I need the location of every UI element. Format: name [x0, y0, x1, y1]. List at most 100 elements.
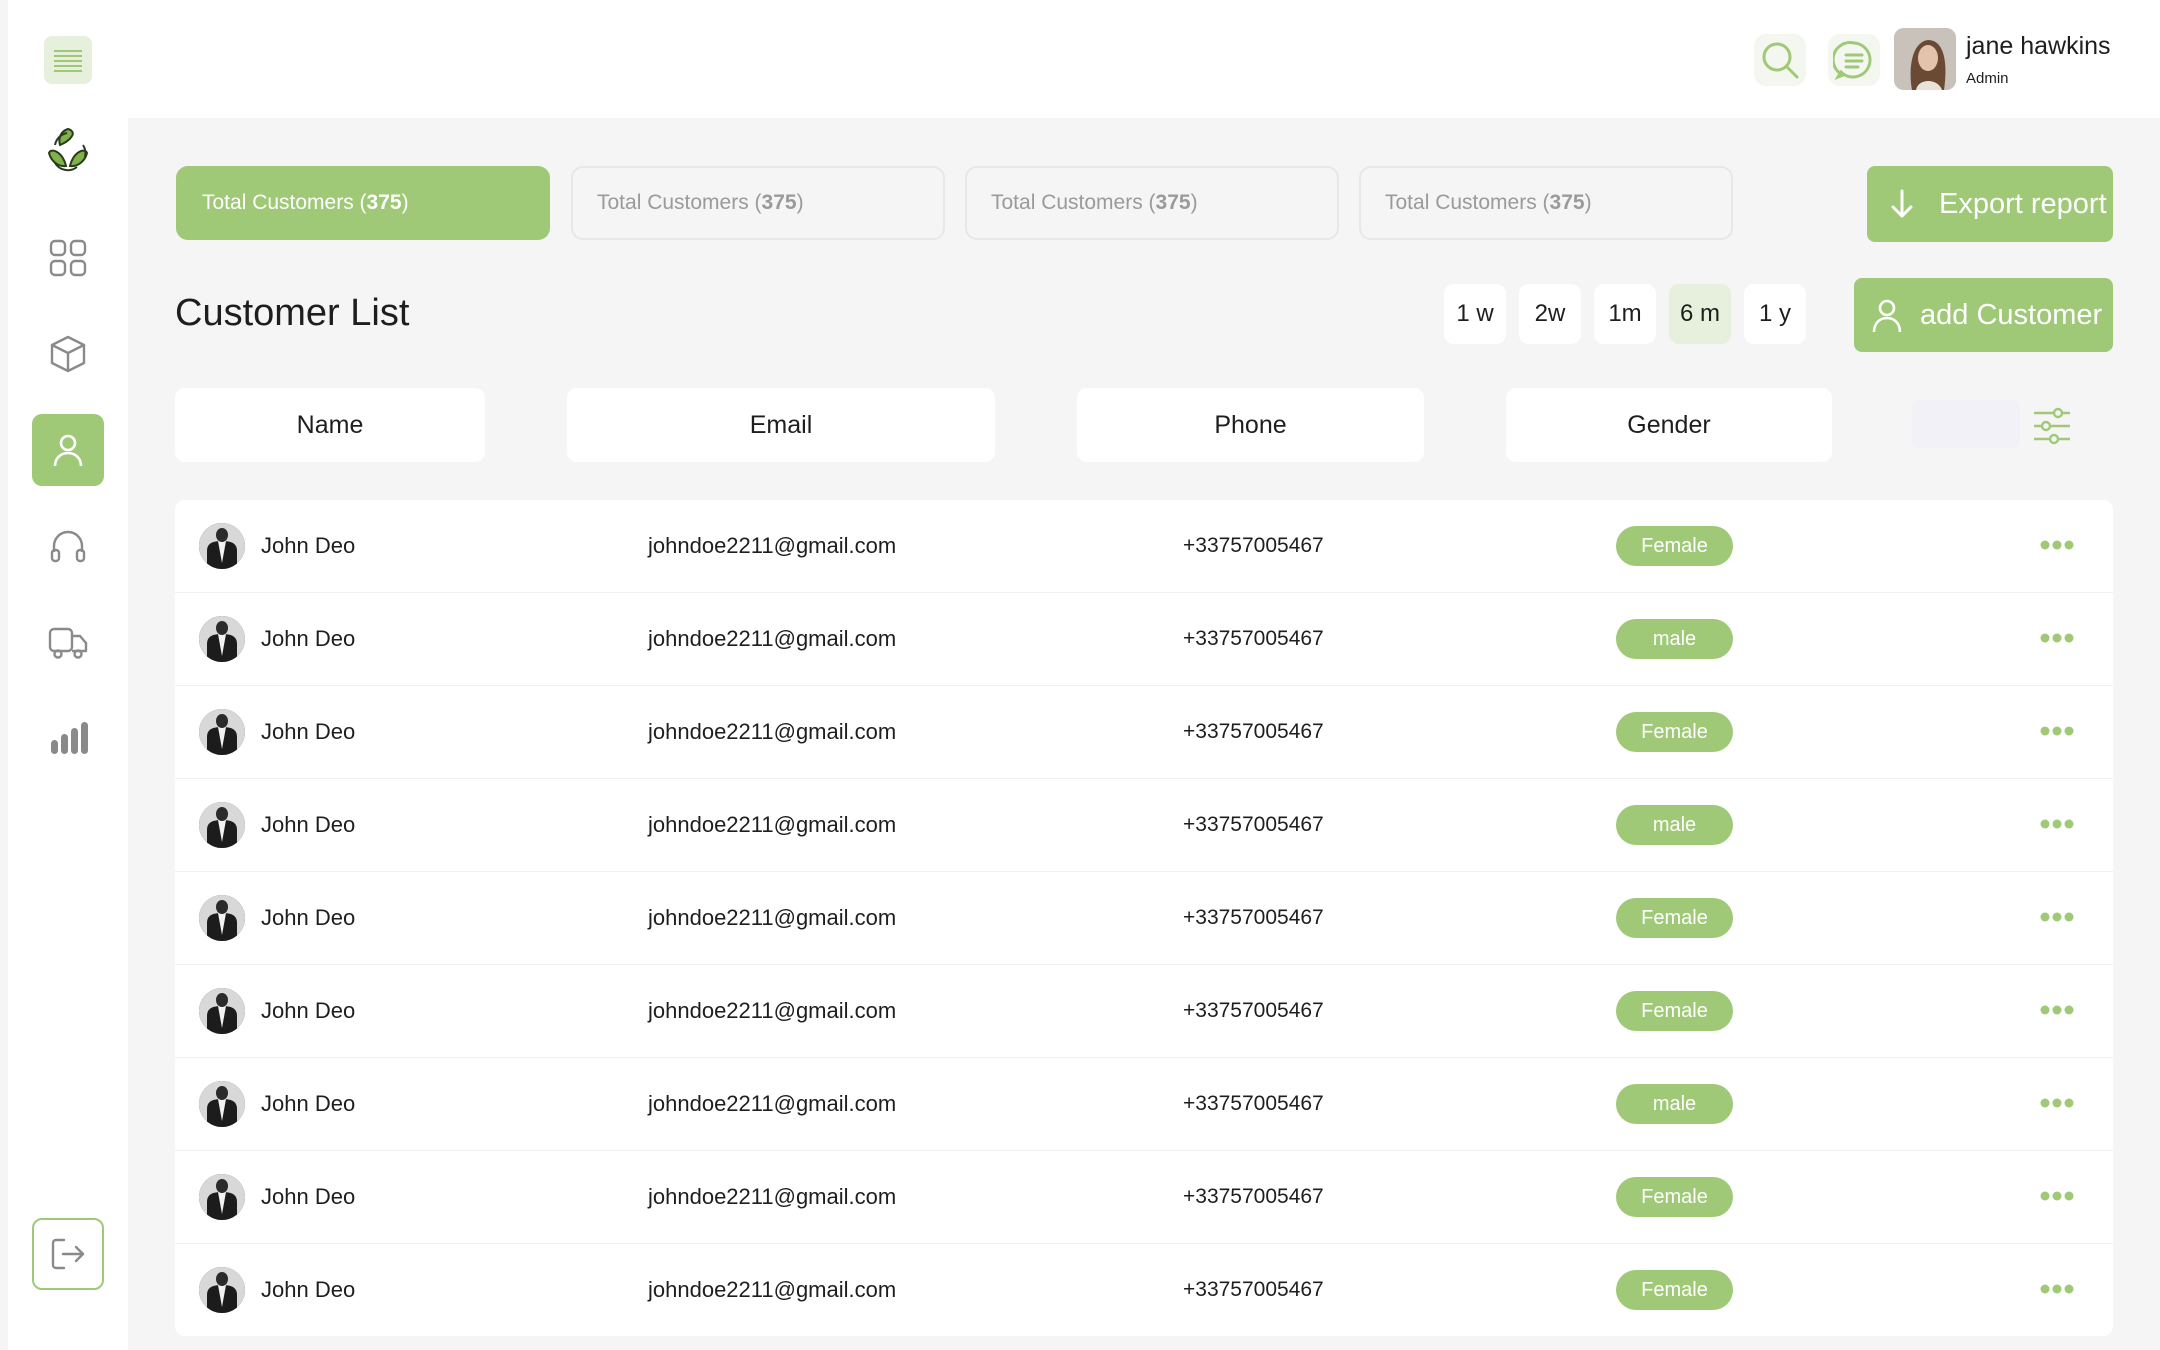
row-actions-button[interactable] — [2037, 1181, 2077, 1211]
avatar-photo-icon — [199, 1174, 245, 1220]
add-customer-button[interactable]: add Customer — [1854, 278, 2113, 352]
table-row[interactable]: John Deo johndoe2211@gmail.com +33757005… — [175, 872, 2113, 965]
sidebar-item-customers[interactable] — [32, 414, 104, 486]
search-button[interactable] — [1754, 34, 1806, 86]
more-dots-icon — [2040, 912, 2074, 922]
sidebar-item-delivery[interactable] — [32, 606, 104, 678]
export-report-button[interactable]: Export report — [1867, 166, 2113, 242]
summary-card-3[interactable]: Total Customers (375) — [965, 166, 1339, 240]
sidebar-item-statistics[interactable] — [32, 702, 104, 774]
row-actions-button[interactable] — [2037, 530, 2077, 560]
logout-button[interactable] — [32, 1218, 104, 1290]
more-dots-icon — [2040, 633, 2074, 643]
table-row[interactable]: John Deo johndoe2211@gmail.com +33757005… — [175, 686, 2113, 779]
sidebar-item-products[interactable] — [32, 318, 104, 390]
gender-badge: male — [1616, 1084, 1733, 1124]
search-icon — [1762, 42, 1799, 79]
box-icon — [50, 335, 86, 373]
row-actions-button[interactable] — [2037, 716, 2077, 746]
customer-name: John Deo — [261, 719, 356, 744]
row-actions-button[interactable] — [2037, 1274, 2077, 1304]
more-dots-icon — [2040, 726, 2074, 736]
table-row[interactable]: John Deo johndoe2211@gmail.com +33757005… — [175, 1058, 2113, 1151]
card-count: 375 — [1155, 191, 1191, 214]
column-header-name[interactable]: Name — [175, 388, 485, 462]
customer-avatar — [199, 895, 245, 941]
customer-name: John Deo — [261, 533, 356, 558]
table-row[interactable]: John Deo johndoe2211@gmail.com +33757005… — [175, 965, 2113, 1058]
logout-icon — [51, 1238, 85, 1270]
customer-email: johndoe2211@gmail.com — [648, 1184, 897, 1209]
card-label: Total Customers ( — [1385, 191, 1550, 214]
message-icon — [1833, 41, 1872, 81]
table-row[interactable]: John Deo johndoe2211@gmail.com +33757005… — [175, 500, 2113, 593]
bar-chart-icon — [51, 722, 88, 754]
customer-avatar — [199, 709, 245, 755]
column-header-email[interactable]: Email — [567, 388, 995, 462]
card-count: 375 — [366, 191, 402, 214]
period-1w[interactable]: 1 w — [1444, 284, 1506, 344]
customer-phone: +33757005467 — [1183, 627, 1324, 650]
filter-input[interactable] — [1912, 400, 2020, 448]
customer-name: John Deo — [261, 1277, 356, 1302]
row-actions-button[interactable] — [2037, 623, 2077, 653]
column-header-gender[interactable]: Gender — [1506, 388, 1832, 462]
card-label: Total Customers ( — [991, 191, 1156, 214]
customer-phone: +33757005467 — [1183, 906, 1324, 929]
more-dots-icon — [2040, 1098, 2074, 1108]
summary-card-1[interactable]: Total Customers (375) — [176, 166, 550, 240]
more-dots-icon — [2040, 819, 2074, 829]
row-actions-button[interactable] — [2037, 902, 2077, 932]
user-role: Admin — [1966, 70, 2009, 87]
customer-avatar — [199, 802, 245, 848]
page-title: Customer List — [175, 292, 410, 334]
row-actions-button[interactable] — [2037, 995, 2077, 1025]
customer-avatar — [199, 988, 245, 1034]
card-suffix: ) — [796, 191, 804, 214]
table-row[interactable]: John Deo johndoe2211@gmail.com +33757005… — [175, 1244, 2113, 1336]
table-row[interactable]: John Deo johndoe2211@gmail.com +33757005… — [175, 1151, 2113, 1244]
avatar-photo-icon — [199, 616, 245, 662]
top-bar: jane hawkins Admin — [128, 0, 2160, 118]
customer-avatar — [199, 1081, 245, 1127]
customer-email: johndoe2211@gmail.com — [648, 812, 897, 837]
menu-button[interactable] — [44, 36, 92, 84]
customer-name: John Deo — [261, 812, 356, 837]
sidebar-item-dashboard[interactable] — [32, 222, 104, 294]
period-6m[interactable]: 6 m — [1669, 284, 1731, 344]
app-logo[interactable] — [32, 114, 104, 186]
customer-phone: +33757005467 — [1183, 999, 1324, 1022]
table-row[interactable]: John Deo johndoe2211@gmail.com +33757005… — [175, 779, 2113, 872]
table-row[interactable]: John Deo johndoe2211@gmail.com +33757005… — [175, 593, 2113, 686]
period-1y[interactable]: 1 y — [1744, 284, 1806, 344]
gender-badge: Female — [1616, 1270, 1733, 1310]
headphones-icon — [50, 530, 86, 563]
sidebar — [8, 0, 128, 1350]
dashboard-grid-icon — [49, 239, 87, 277]
user-photo-icon — [1894, 28, 1956, 90]
gender-badge: Female — [1616, 898, 1733, 938]
avatar-photo-icon — [199, 709, 245, 755]
customer-phone: +33757005467 — [1183, 813, 1324, 836]
menu-icon — [54, 50, 82, 72]
summary-card-2[interactable]: Total Customers (375) — [571, 166, 945, 240]
card-label: Total Customers ( — [202, 191, 367, 214]
customer-avatar — [199, 1174, 245, 1220]
user-avatar[interactable] — [1894, 28, 1956, 90]
avatar-photo-icon — [199, 1267, 245, 1313]
column-header-phone[interactable]: Phone — [1077, 388, 1424, 462]
messages-button[interactable] — [1828, 34, 1880, 86]
customer-name: John Deo — [261, 1091, 356, 1116]
truck-icon — [48, 627, 88, 659]
sidebar-item-support[interactable] — [32, 510, 104, 582]
row-actions-button[interactable] — [2037, 1088, 2077, 1118]
avatar-photo-icon — [199, 988, 245, 1034]
period-1m[interactable]: 1m — [1594, 284, 1656, 344]
card-suffix: ) — [1190, 191, 1198, 214]
summary-card-4[interactable]: Total Customers (375) — [1359, 166, 1733, 240]
filter-sliders-icon[interactable] — [2030, 404, 2074, 448]
row-actions-button[interactable] — [2037, 809, 2077, 839]
period-2w[interactable]: 2w — [1519, 284, 1581, 344]
export-report-label: Export report — [1939, 187, 2107, 220]
gender-badge: Female — [1616, 526, 1733, 566]
